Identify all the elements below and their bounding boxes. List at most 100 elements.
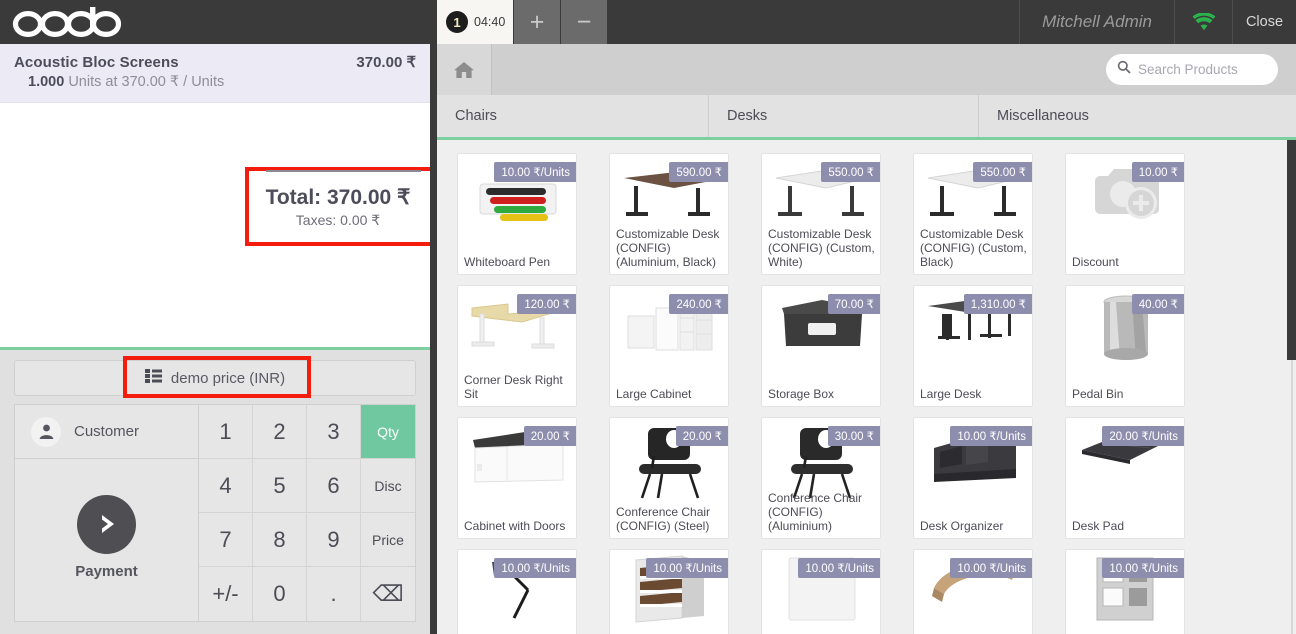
product-card[interactable]: 70.00 ₹ Storage Box [761,285,881,407]
product-name: Customizable Desk (CONFIG) (Custom, Blac… [920,227,1027,269]
product-name: Desk Organizer [920,519,1004,533]
product-scrollbar[interactable] [1287,140,1296,634]
numpad-key-1[interactable]: 1 [199,405,253,459]
delete-order-button[interactable]: − [561,0,608,44]
numpad-key-5[interactable]: 5 [253,459,307,513]
category-tab-chairs[interactable]: Chairs [437,95,709,137]
product-price-badge: 240.00 ₹ [669,294,728,314]
product-price-badge: 40.00 ₹ [1131,294,1184,314]
odoo-brand-bar [0,0,430,44]
top-bar-spacer [608,0,1019,44]
order-total-highlight: Total: 370.00 ₹ Taxes: 0.00 ₹ [245,167,430,246]
home-icon[interactable] [437,44,492,95]
product-name: Large Cabinet [616,387,692,401]
product-price-badge: 550.00 ₹ [973,162,1032,182]
product-name: Pedal Bin [1072,387,1124,401]
orderline-unit-price: Units at 370.00 ₹ / Units [68,74,225,90]
numpad-mode-price[interactable]: Price [361,513,415,567]
category-tab-desks[interactable]: Desks [709,95,979,137]
product-price-badge: 30.00 ₹ [827,426,880,446]
order-panel: Acoustic Bloc Screens 370.00 ₹ 1.000 Uni… [0,0,437,634]
product-card[interactable]: 10.00 ₹/Units [913,549,1033,634]
search-box[interactable]: ✖ [1106,54,1296,85]
username-label[interactable]: Mitchell Admin [1019,0,1174,44]
product-card[interactable]: 1,310.00 ₹ Large Desk [913,285,1033,407]
product-price-badge: 590.00 ₹ [669,162,728,182]
payment-button[interactable]: Payment [15,459,198,621]
category-tabs: Chairs Desks Miscellaneous [437,95,1296,140]
numpad-mode-qty[interactable]: Qty [361,405,415,459]
product-card[interactable]: 10.00 ₹/Units Desk Organizer [913,417,1033,539]
category-tab-miscellaneous[interactable]: Miscellaneous [979,95,1296,137]
product-card[interactable]: 10.00 ₹/Units Whiteboard Pen [457,153,577,275]
close-button[interactable]: Close [1232,0,1296,44]
orderline[interactable]: Acoustic Bloc Screens 370.00 ₹ 1.000 Uni… [0,44,430,103]
product-card[interactable]: 20.00 ₹ Cabinet with Doors [457,417,577,539]
product-name: Corner Desk Right Sit [464,373,563,401]
product-card[interactable]: 20.00 ₹ Conference Chair (CONFIG) (Steel) [609,417,729,539]
product-price-badge: 10.00 ₹ [1131,162,1184,182]
action-pad-zone: Customer Payment 1 2 3 Qty 4 5 6 Disc 7 … [0,404,430,634]
product-card[interactable]: 550.00 ₹ Customizable Desk (CONFIG) (Cust… [913,153,1033,275]
order-tab-badge: 1 [446,11,468,33]
numpad-key-plusminus[interactable]: +/- [199,567,253,621]
product-card[interactable]: 240.00 ₹ Large Cabinet [609,285,729,407]
product-name: Customizable Desk (CONFIG) (Aluminium, B… [616,227,720,269]
product-name: Large Desk [920,387,982,401]
orderline-detail: 1.000 Units at 370.00 ₹ / Units [14,74,416,90]
search-bar: ✖ [437,44,1296,95]
product-price-badge: 10.00 ₹/Units [646,558,728,578]
product-price-badge: 20.00 ₹ [675,426,728,446]
product-price-badge: 10.00 ₹/Units [950,426,1032,446]
product-card[interactable]: 40.00 ₹ Pedal Bin [1065,285,1185,407]
product-price-badge: 10.00 ₹/Units [798,558,880,578]
product-name: Desk Pad [1072,519,1125,533]
numpad-key-decimal[interactable]: . [307,567,361,621]
product-card[interactable]: 10.00 ₹/Units [1065,549,1185,634]
order-scrollbar[interactable] [430,44,437,634]
numpad-key-2[interactable]: 2 [253,405,307,459]
numpad-key-6[interactable]: 6 [307,459,361,513]
product-name: Storage Box [768,387,835,401]
numpad-key-0[interactable]: 0 [253,567,307,621]
product-card[interactable]: 550.00 ₹ Customizable Desk (CONFIG) (Cust… [761,153,881,275]
product-card[interactable]: 20.00 ₹/Units Desk Pad [1065,417,1185,539]
orderline-price: 370.00 ₹ [356,54,416,71]
product-price-badge: 120.00 ₹ [517,294,576,314]
numpad-key-9[interactable]: 9 [307,513,361,567]
numpad-key-4[interactable]: 4 [199,459,253,513]
product-name: Customizable Desk (CONFIG) (Custom, Whit… [768,227,875,269]
order-tab-active[interactable]: 1 04:40 [437,0,513,44]
orderlines-list[interactable]: Acoustic Bloc Screens 370.00 ₹ 1.000 Uni… [0,44,430,347]
product-card[interactable]: 10.00 ₹/Units [457,549,577,634]
set-customer-button[interactable]: Customer [15,405,198,459]
numpad-backspace-icon[interactable]: ⌫ [361,567,415,621]
top-bar: 1 04:40 + − Mitchell Admin Close [437,0,1296,44]
product-scrollbar-thumb[interactable] [1287,140,1296,360]
product-card[interactable]: 120.00 ₹ Corner Desk Right Sit [457,285,577,407]
product-card[interactable]: 10.00 ₹ Discount [1065,153,1185,275]
product-card[interactable]: 590.00 ₹ Customizable Desk (CONFIG) (Alum… [609,153,729,275]
orderline-product-name: Acoustic Bloc Screens [14,54,179,71]
payment-label: Payment [75,562,138,580]
product-price-badge: 10.00 ₹/Units [494,558,576,578]
product-price-badge: 20.00 ₹ [523,426,576,446]
numpad-key-3[interactable]: 3 [307,405,361,459]
product-panel: 1 04:40 + − Mitchell Admin Close Search … [437,0,1296,634]
user-icon [31,416,61,447]
numpad-key-8[interactable]: 8 [253,513,307,567]
pricelist-button[interactable]: demo price (INR) [14,360,416,396]
product-card[interactable]: 10.00 ₹/Units [761,549,881,634]
new-order-button[interactable]: + [514,0,561,44]
search-input[interactable] [1138,62,1296,77]
wifi-icon[interactable] [1174,0,1232,44]
order-total: Total: 370.00 ₹ [265,185,411,209]
product-price-badge: 10.00 ₹/Units [950,558,1032,578]
numpad-key-7[interactable]: 7 [199,513,253,567]
numpad-mode-disc[interactable]: Disc [361,459,415,513]
product-price-badge: 1,310.00 ₹ [963,294,1032,314]
product-grid: 10.00 ₹/Units Whiteboard Pen 590.00 ₹ Custo… [437,140,1296,634]
search-icon [1117,60,1131,79]
product-card[interactable]: 10.00 ₹/Units [609,549,729,634]
product-card[interactable]: 30.00 ₹ Conference Chair (CONFIG) (Alumin… [761,417,881,539]
